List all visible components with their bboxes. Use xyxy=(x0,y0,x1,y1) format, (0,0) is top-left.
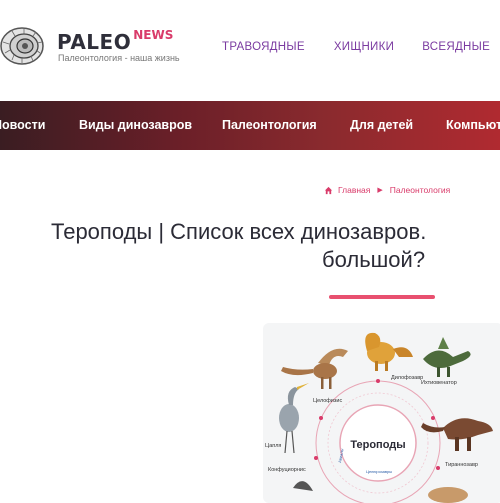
tagline: Палеонтология - наша жизнь xyxy=(58,53,180,63)
label-ichthyovenator: Ихтиовенатор xyxy=(421,380,457,386)
main-nav-for-kids[interactable]: Для детей xyxy=(350,118,413,132)
brand-news: NEWS xyxy=(133,28,174,42)
label-ring-bottom: Целюрозавры xyxy=(366,469,392,474)
breadcrumb-home[interactable]: Главная xyxy=(338,185,370,195)
main-nav-news[interactable]: Новости xyxy=(0,118,45,132)
brand-name[interactable]: PALEO NEWS xyxy=(57,28,174,54)
label-tyrannosaurus: Тираннозавр xyxy=(445,462,478,468)
main-nav-paleontology[interactable]: Палеонтология xyxy=(222,118,317,132)
page-title-line1: Тероподы | Список всех динозавров. xyxy=(51,219,427,244)
main-nav-computer-games[interactable]: Компьютерные игры xyxy=(446,118,500,132)
tyrannosaurus-illustration xyxy=(421,418,493,451)
label-confuciusornis: Конфуциорнис xyxy=(268,467,306,473)
top-nav-herbivores[interactable]: ТРАВОЯДНЫЕ xyxy=(222,41,305,53)
top-nav-predators[interactable]: ХИЩНИКИ xyxy=(334,41,394,53)
center-label: Тероподы xyxy=(350,439,405,451)
home-icon xyxy=(324,186,333,194)
coelophysis-illustration xyxy=(281,348,348,389)
main-nav-dinosaur-species[interactable]: Виды динозавров xyxy=(79,118,192,132)
breadcrumb-current[interactable]: Палеонтология xyxy=(390,185,451,195)
theropod-diagram-image: Тероподы Дилофозавр Ихтиовенатор Целофиз… xyxy=(263,323,500,503)
site-header: PALEO NEWS Палеонтология - наша жизнь ТРА… xyxy=(0,0,500,100)
page-title-line2: большой? xyxy=(322,247,426,272)
main-nav: Новости Виды динозавров Палеонтология Дл… xyxy=(0,101,500,150)
top-nav-omnivores[interactable]: ВСЕЯДНЫЕ xyxy=(422,41,490,53)
label-coelophysis: Целофизис xyxy=(313,398,342,404)
ichthyovenator-illustration xyxy=(423,337,471,377)
label-dilophosaurus: Дилофозавр xyxy=(391,375,423,381)
heron-illustration xyxy=(279,383,309,454)
dilophosaurus-illustration xyxy=(365,332,413,371)
top-nav: ТРАВОЯДНЫЕ ХИЩНИКИ ВСЕЯДНЫЕ xyxy=(222,41,490,53)
breadcrumb-separator-icon: ▶ xyxy=(377,187,383,194)
logo-link[interactable] xyxy=(0,22,46,68)
brand-paleo: PALEO xyxy=(57,30,132,54)
page-title: Тероподы | Список всех динозавров. больш… xyxy=(51,218,500,274)
title-underline xyxy=(329,295,435,299)
label-heron: Цапля xyxy=(265,443,281,449)
ammonite-logo-icon xyxy=(0,27,44,65)
breadcrumb: Главная ▶ Палеонтология xyxy=(324,185,450,195)
